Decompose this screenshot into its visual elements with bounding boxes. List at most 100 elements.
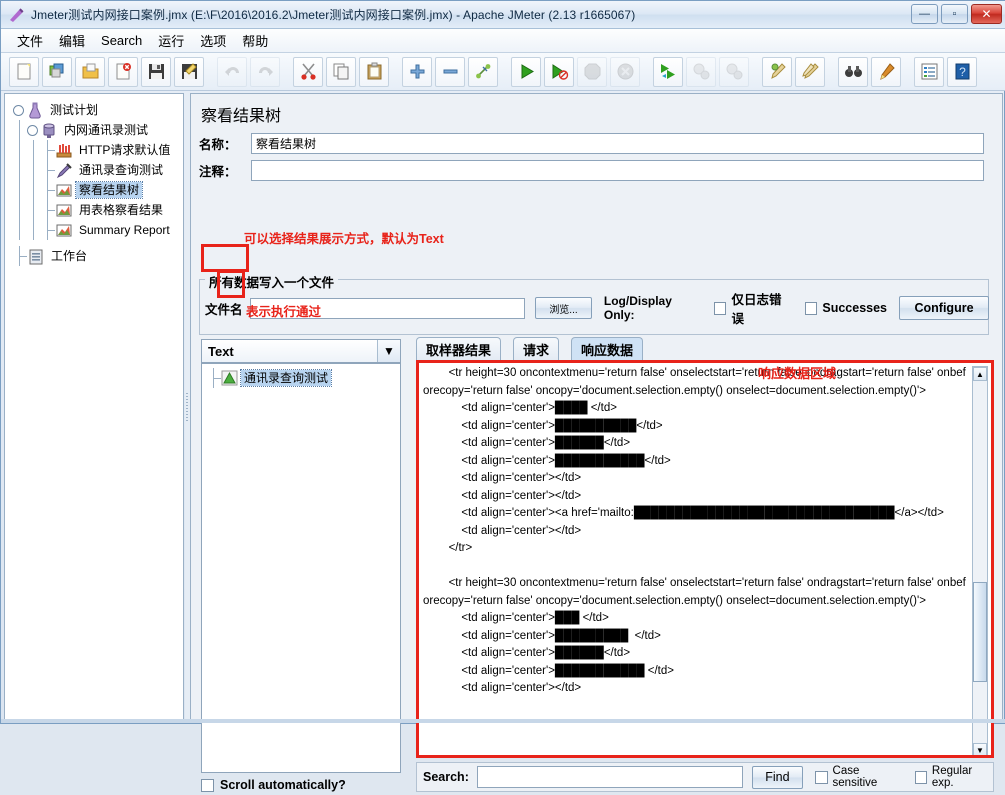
- tab-request[interactable]: 请求: [513, 337, 560, 360]
- tree-elbow: [41, 200, 55, 220]
- tree-item-view-results-table[interactable]: 用表格察看结果: [9, 200, 183, 220]
- binoculars-icon: [844, 66, 862, 77]
- minimize-button[interactable]: —: [911, 4, 938, 24]
- clear-button[interactable]: [762, 56, 792, 87]
- close-button[interactable]: ✕: [971, 4, 1002, 24]
- tab-response-data[interactable]: 响应数据: [571, 337, 644, 360]
- tree-line: [13, 200, 27, 220]
- paste-button[interactable]: [359, 56, 389, 87]
- save-as-button[interactable]: [174, 56, 204, 87]
- name-input[interactable]: [251, 132, 984, 154]
- title-bar: Jmeter测试内网接口案例.jmx (E:\F\2016\2016.2\Jme…: [1, 1, 1005, 29]
- renderer-combo[interactable]: Text ▼: [201, 339, 401, 363]
- help-icon: ?: [955, 63, 969, 80]
- name-label: 名称：: [199, 137, 237, 152]
- tree-item-workbench[interactable]: 工作台: [9, 246, 183, 266]
- scroll-automatically-checkbox[interactable]: [201, 778, 214, 792]
- expand-handle-icon[interactable]: [27, 124, 38, 136]
- maximize-button[interactable]: ▫: [941, 4, 968, 24]
- toolbar-separator-6: [752, 57, 762, 87]
- errors-only-checkbox[interactable]: [713, 301, 727, 315]
- tree-line: [13, 120, 27, 140]
- shutdown-button[interactable]: [610, 56, 640, 87]
- scroll-down-button[interactable]: ▼: [973, 743, 987, 755]
- stop-button[interactable]: [577, 56, 607, 87]
- list-item[interactable]: 通讯录查询测试: [202, 368, 400, 388]
- search-button[interactable]: [838, 56, 868, 87]
- scroll-automatically-label: Scroll automatically?: [220, 778, 346, 792]
- response-scrollbar[interactable]: ▲ ▼: [972, 366, 988, 755]
- tree-item-test-plan[interactable]: 测试计划: [9, 100, 183, 120]
- save-button[interactable]: [141, 56, 171, 87]
- plus-icon: [410, 64, 424, 79]
- annotation-pass-note: 表示执行通过: [246, 305, 322, 319]
- tab-sampler-result[interactable]: 取样器结果: [416, 337, 502, 360]
- comment-input[interactable]: [251, 159, 984, 181]
- tree-elbow: [207, 368, 221, 388]
- help-button[interactable]: ?: [947, 56, 977, 87]
- toolbar-separator-7: [828, 57, 838, 87]
- search-label: Search:: [423, 770, 469, 784]
- toolbar-separator-5: [643, 57, 653, 87]
- play-remote-icon: [660, 64, 675, 79]
- reset-search-button[interactable]: [871, 56, 901, 87]
- case-sensitive-checkbox[interactable]: [815, 770, 828, 784]
- tree-item-http-defaults[interactable]: HTTP请求默认值: [9, 140, 183, 160]
- regular-exp-checkbox[interactable]: [914, 770, 927, 784]
- scroll-automatically-row: Scroll automatically?: [201, 775, 401, 795]
- expand-all-button[interactable]: [402, 56, 432, 87]
- clipboard-icon: [367, 62, 381, 80]
- save-as-icon: [181, 63, 197, 79]
- test-plan-icon: [29, 102, 41, 118]
- menu-item-help[interactable]: 帮助: [234, 29, 276, 52]
- svg-text:?: ?: [959, 65, 966, 79]
- expand-handle-icon[interactable]: [13, 104, 24, 116]
- tree-line: [13, 220, 27, 240]
- close-document-icon: [116, 63, 131, 80]
- chevron-down-icon[interactable]: ▼: [377, 340, 400, 362]
- undo-button[interactable]: [217, 56, 247, 87]
- open-button[interactable]: [75, 56, 105, 87]
- copy-button[interactable]: [326, 56, 356, 87]
- clear-all-button[interactable]: [795, 56, 825, 87]
- tree-elbow: [41, 140, 55, 160]
- search-bar: Search: Find Case sensitive Regular exp.: [416, 762, 994, 792]
- scroll-up-button[interactable]: ▲: [973, 367, 987, 381]
- toggle-button[interactable]: [468, 56, 498, 87]
- menu-item-run[interactable]: 运行: [150, 29, 192, 52]
- new-button[interactable]: [9, 56, 39, 87]
- sampler-result-list[interactable]: 通讯录查询测试: [201, 363, 401, 773]
- tree-item-http-sampler[interactable]: 通讯录查询测试: [9, 160, 183, 180]
- templates-button[interactable]: [42, 56, 72, 87]
- successes-checkbox[interactable]: [804, 301, 818, 315]
- tree-item-view-results-tree[interactable]: 察看结果树: [9, 180, 183, 200]
- menu-item-options[interactable]: 选项: [192, 29, 234, 52]
- close-file-button[interactable]: [108, 56, 138, 87]
- menu-item-file[interactable]: 文件: [9, 29, 51, 52]
- search-input[interactable]: [476, 766, 743, 788]
- response-data-view[interactable]: <tr height=30 oncontextmenu='return fals…: [416, 360, 994, 758]
- window-controls: — ▫ ✕: [911, 4, 1002, 24]
- start-button[interactable]: [511, 56, 541, 87]
- redo-button[interactable]: [250, 56, 280, 87]
- function-helper-icon: [921, 63, 937, 80]
- new-icon: [17, 63, 30, 80]
- menu-item-edit[interactable]: 编辑: [51, 29, 93, 52]
- start-no-pauses-button[interactable]: [544, 56, 574, 87]
- thread-group-icon: [43, 123, 55, 138]
- configure-button[interactable]: Configure: [899, 296, 990, 320]
- tree-item-thread-group[interactable]: 内网通讯录测试: [9, 120, 183, 140]
- find-button[interactable]: Find: [751, 765, 804, 789]
- scrollbar-thumb[interactable]: [973, 582, 987, 682]
- shutdown-remote-all-button[interactable]: [719, 56, 749, 87]
- menu-item-search[interactable]: Search: [93, 31, 150, 50]
- cut-button[interactable]: [293, 56, 323, 87]
- function-helper-button[interactable]: [914, 56, 944, 87]
- start-remote-all-button[interactable]: [653, 56, 683, 87]
- browse-button[interactable]: 浏览...: [535, 297, 592, 319]
- collapse-all-button[interactable]: [435, 56, 465, 87]
- tree-item-summary-report[interactable]: Summary Report: [9, 220, 183, 240]
- stop-remote-all-button[interactable]: [686, 56, 716, 87]
- case-sensitive-label: Case sensitive: [832, 765, 878, 789]
- annotation-response-area-note: 响应数据区域: [758, 366, 837, 381]
